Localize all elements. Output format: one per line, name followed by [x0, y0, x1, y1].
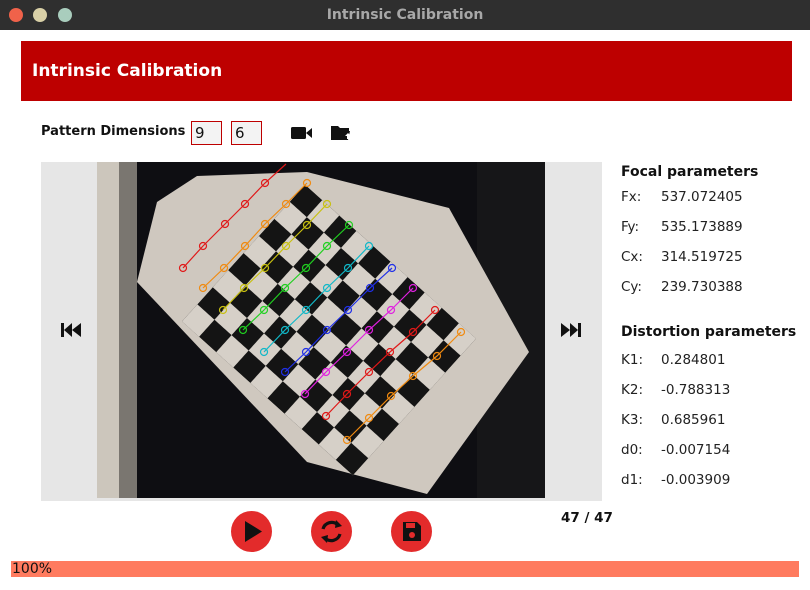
param-name: Cx: [621, 249, 643, 265]
param-value: 0.685961 [661, 412, 726, 428]
param-cx: Cx: 314.519725 [621, 249, 801, 269]
param-k1: K1: 0.284801 [621, 352, 801, 372]
skip-forward-icon [561, 323, 581, 337]
param-value: 0.284801 [661, 352, 726, 368]
param-value: -0.007154 [661, 442, 731, 458]
param-cy: Cy: 239.730388 [621, 279, 801, 299]
skip-backward-icon [61, 323, 81, 337]
param-value: 537.072405 [661, 189, 743, 205]
param-k3: K3: 0.685961 [621, 412, 801, 432]
app-header: Intrinsic Calibration [21, 41, 792, 101]
param-fy: Fy: 535.173889 [621, 219, 801, 239]
param-name: d0: [621, 442, 643, 458]
progress-fill [11, 561, 799, 577]
param-fx: Fx: 537.072405 [621, 189, 801, 209]
param-value: -0.003909 [661, 472, 731, 488]
save-icon [403, 522, 421, 541]
refresh-icon [321, 520, 342, 543]
pattern-dimensions-label: Pattern Dimensions [41, 124, 186, 139]
save-button[interactable] [391, 511, 432, 552]
param-name: Cy: [621, 279, 642, 295]
camera-button[interactable] [290, 122, 314, 144]
refresh-button[interactable] [311, 511, 352, 552]
param-value: -0.788313 [661, 382, 731, 398]
open-folder-button[interactable] [330, 122, 354, 144]
window-title: Intrinsic Calibration [326, 7, 484, 23]
param-value: 239.730388 [661, 279, 743, 295]
pattern-cols-input[interactable] [231, 121, 262, 145]
pattern-rows-input[interactable] [191, 121, 222, 145]
folder-open-icon [331, 126, 351, 140]
param-k2: K2: -0.788313 [621, 382, 801, 402]
window-titlebar: Intrinsic Calibration [0, 0, 810, 30]
param-d0: d0: -0.007154 [621, 442, 801, 462]
progress-text: 100% [12, 561, 53, 577]
param-name: K3: [621, 412, 643, 428]
param-value: 535.173889 [661, 219, 743, 235]
param-name: d1: [621, 472, 643, 488]
param-name: Fx: [621, 189, 642, 205]
param-d1: d1: -0.003909 [621, 472, 801, 492]
calibration-image [97, 162, 545, 498]
param-name: K2: [621, 382, 643, 398]
param-name: K1: [621, 352, 643, 368]
focal-parameters-title: Focal parameters [621, 164, 759, 180]
distortion-parameters-title: Distortion parameters [621, 324, 797, 340]
param-value: 314.519725 [661, 249, 743, 265]
page-title: Intrinsic Calibration [32, 61, 223, 81]
previous-image-button[interactable] [60, 321, 82, 339]
play-button[interactable] [231, 511, 272, 552]
video-camera-icon [291, 127, 312, 139]
image-counter: 47 / 47 [561, 510, 613, 526]
next-image-button[interactable] [560, 321, 582, 339]
param-name: Fy: [621, 219, 640, 235]
play-icon [245, 521, 262, 542]
progress-bar: 100% [11, 561, 799, 577]
